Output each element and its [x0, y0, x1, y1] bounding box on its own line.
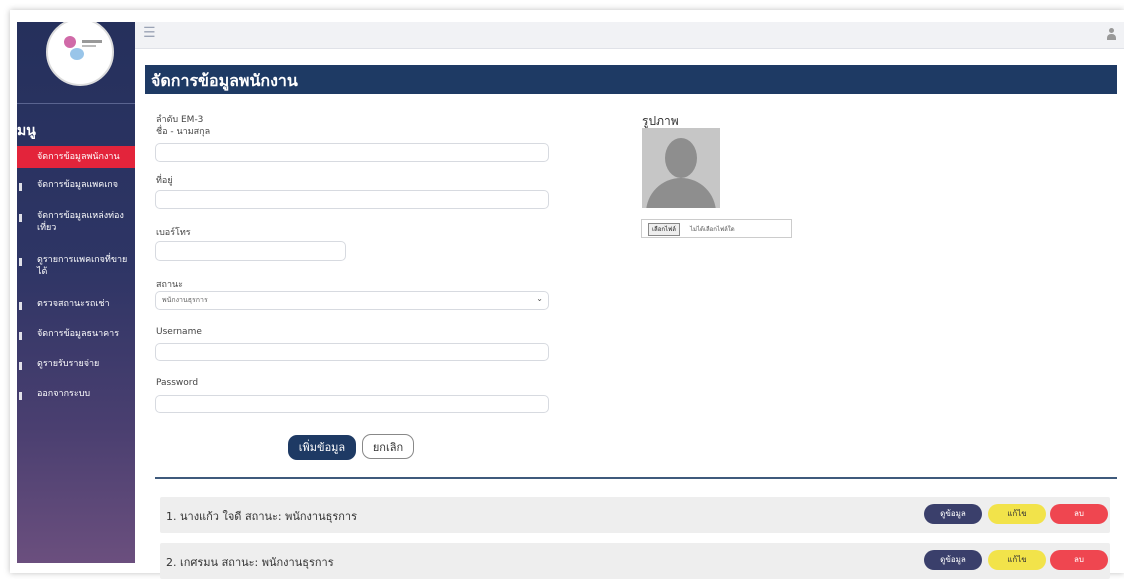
employee-text: 1. นางแก้ว ใจดี สถานะ: พนักงานธุรการ [166, 510, 357, 523]
add-button[interactable]: เพิ่มข้อมูล [288, 435, 356, 460]
edit-button[interactable]: แก้ไข [988, 504, 1046, 524]
user-icon[interactable] [1106, 28, 1116, 40]
delete-button[interactable]: ลบ [1050, 550, 1108, 570]
view-button[interactable]: ดูข้อมูล [924, 550, 982, 570]
sidebar-item-bank[interactable]: จัดการข้อมูลธนาคาร [17, 328, 135, 340]
cancel-button[interactable]: ยกเลิก [362, 434, 414, 459]
phone-field[interactable] [155, 241, 346, 261]
sidebar-item-employees[interactable]: จัดการข้อมูลพนักงาน [17, 146, 135, 168]
sidebar-item-finance[interactable]: ดูรายรับรายจ่าย [17, 358, 135, 370]
status-label: สถานะ [156, 280, 183, 290]
top-bar: ☰ [135, 22, 1124, 49]
section-divider [155, 477, 1117, 479]
sidebar-item-car-rental[interactable]: ตรวจสถานะรถเช่า [17, 298, 135, 310]
password-label: Password [156, 378, 199, 388]
logo [46, 22, 114, 86]
menu-title: มนู [17, 123, 36, 139]
status-select[interactable]: พนักงานธุรการ ⌄ [155, 291, 549, 310]
name-label: ชื่อ - นามสกุล [156, 127, 211, 137]
username-field[interactable] [155, 343, 549, 361]
edit-button[interactable]: แก้ไข [988, 550, 1046, 570]
sidebar: มนู จัดการข้อมูลพนักงาน จัดการข้อมูลแพคเ… [17, 22, 135, 563]
address-field[interactable] [155, 190, 549, 209]
sidebar-item-sold-packages[interactable]: ดูรายการแพคเกจที่ขายได้ [17, 254, 135, 278]
phone-label: เบอร์โทร [156, 228, 191, 238]
password-field[interactable] [155, 395, 549, 413]
delete-button[interactable]: ลบ [1050, 504, 1108, 524]
choose-file-button[interactable]: เลือกไฟล์ [648, 223, 680, 236]
sidebar-divider [17, 103, 135, 104]
view-button[interactable]: ดูข้อมูล [924, 504, 982, 524]
list-item: 1. นางแก้ว ใจดี สถานะ: พนักงานธุรการ ดูข… [160, 497, 1110, 533]
logo-area [17, 22, 135, 102]
username-label: Username [156, 327, 202, 337]
address-label: ที่อยู่ [156, 176, 173, 186]
sidebar-item-packages[interactable]: จัดการข้อมูลแพคเกจ [17, 179, 135, 191]
avatar-placeholder [642, 128, 720, 208]
employee-text: 2. เกศรมน สถานะ: พนักงานธุรการ [166, 556, 334, 569]
file-status: ไม่ได้เลือกไฟล์ใด [690, 226, 735, 233]
chevron-down-icon: ⌄ [536, 294, 543, 303]
sidebar-item-attractions[interactable]: จัดการข้อมูลแหล่งท่องเที่ยว [17, 210, 135, 234]
name-field[interactable] [155, 143, 549, 162]
page-title: จัดการข้อมูลพนักงาน [151, 71, 298, 90]
file-input[interactable]: เลือกไฟล์ ไม่ได้เลือกไฟล์ใด [641, 219, 792, 238]
hamburger-icon[interactable]: ☰ [143, 25, 156, 41]
sidebar-item-logout[interactable]: ออกจากระบบ [17, 388, 135, 400]
page-header: จัดการข้อมูลพนักงาน [145, 65, 1117, 94]
list-item: 2. เกศรมน สถานะ: พนักงานธุรการ ดูข้อมูล … [160, 543, 1110, 579]
status-select-value: พนักงานธุรการ [162, 296, 208, 304]
